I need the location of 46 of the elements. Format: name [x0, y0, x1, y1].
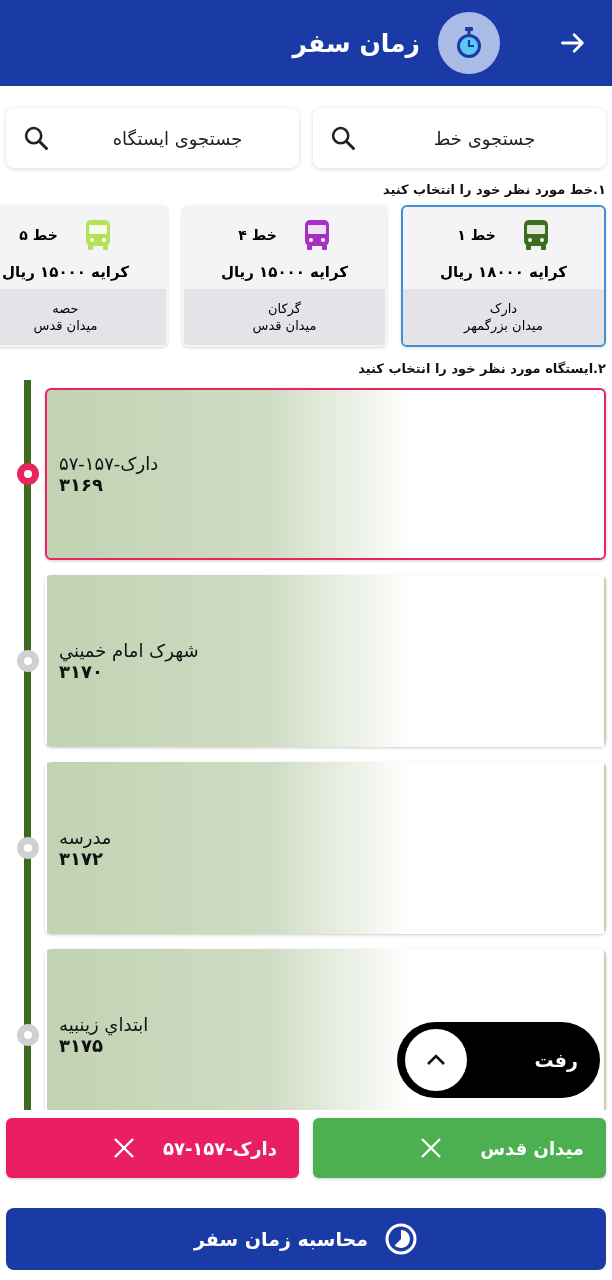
- line-card[interactable]: خط ۱ کرایه ۱۸۰۰۰ ریال دارک میدان بزرگمهر: [401, 205, 606, 347]
- fare-text: کرایه ۱۵۰۰۰ ریال: [0, 262, 131, 283]
- station-code: ۳۱۷۲: [59, 848, 103, 869]
- station-card[interactable]: مدرسه ۳۱۷۲: [45, 762, 606, 934]
- route-end: میدان بزرگمهر: [464, 318, 543, 333]
- station-name: دارک-۱۵۷-۵۷: [59, 453, 159, 474]
- close-icon[interactable]: [112, 1136, 136, 1160]
- line-name: خط ۵: [19, 227, 58, 243]
- window-title: زمان سفر: [292, 28, 420, 58]
- clock-icon: [384, 1222, 418, 1256]
- station-dot: [17, 837, 39, 859]
- search-field[interactable]: جستجوی خط: [313, 108, 606, 168]
- section-heading: ۱.خط مورد نظر خود را انتخاب کنید: [381, 181, 607, 199]
- line-card[interactable]: خط ۵ کرایه ۱۵۰۰۰ ریال حصه میدان قدس: [0, 205, 168, 347]
- station-code: ۳۱۶۹: [59, 474, 103, 495]
- chip-label: میدان قدس: [480, 1137, 584, 1159]
- route-start: حصه: [52, 301, 79, 316]
- route-start: دارک: [489, 301, 518, 316]
- close-icon[interactable]: [419, 1136, 443, 1160]
- toggle-label: رفت: [534, 1049, 578, 1071]
- route-end: میدان قدس: [33, 318, 98, 333]
- chip-label: دارک-۱۵۷-۵۷: [162, 1137, 277, 1159]
- route-end: میدان قدس: [252, 318, 317, 333]
- calculate-button[interactable]: محاسبه زمان سفر: [6, 1208, 606, 1270]
- station-card[interactable]: شهرک امام خميني ۳۱۷۰: [45, 575, 606, 747]
- chevron-up-icon: [425, 1053, 447, 1067]
- fare-text: کرایه ۱۵۰۰۰ ریال: [219, 262, 350, 283]
- search-icon: [329, 124, 357, 152]
- station-dot: [17, 650, 39, 672]
- section-heading: ۲.ایستگاه مورد نظر خود را انتخاب کنید: [357, 360, 607, 378]
- station-name: مدرسه: [59, 827, 112, 848]
- station-code: ۳۱۷۵: [59, 1035, 103, 1056]
- line-name: خط ۴: [238, 227, 277, 243]
- line-name: خط ۱: [457, 227, 496, 243]
- line-card[interactable]: خط ۴ کرایه ۱۵۰۰۰ ریال گرکان میدان قدس: [182, 205, 387, 347]
- direction-toggle[interactable]: رفت: [397, 1022, 600, 1098]
- station-code: ۳۱۷۰: [59, 661, 103, 682]
- station-card[interactable]: دارک-۱۵۷-۵۷ ۳۱۶۹: [45, 388, 606, 560]
- search-icon: [22, 124, 50, 152]
- station-dot: [17, 463, 39, 485]
- station-dot: [17, 1024, 39, 1046]
- fare-text: کرایه ۱۸۰۰۰ ریال: [438, 262, 569, 283]
- route-start: گرکان: [267, 301, 302, 316]
- station-name: ابتداي زينبيه: [59, 1014, 149, 1035]
- search-field[interactable]: جستجوی ایستگاه: [6, 108, 299, 168]
- station-name: شهرک امام خميني: [59, 640, 199, 661]
